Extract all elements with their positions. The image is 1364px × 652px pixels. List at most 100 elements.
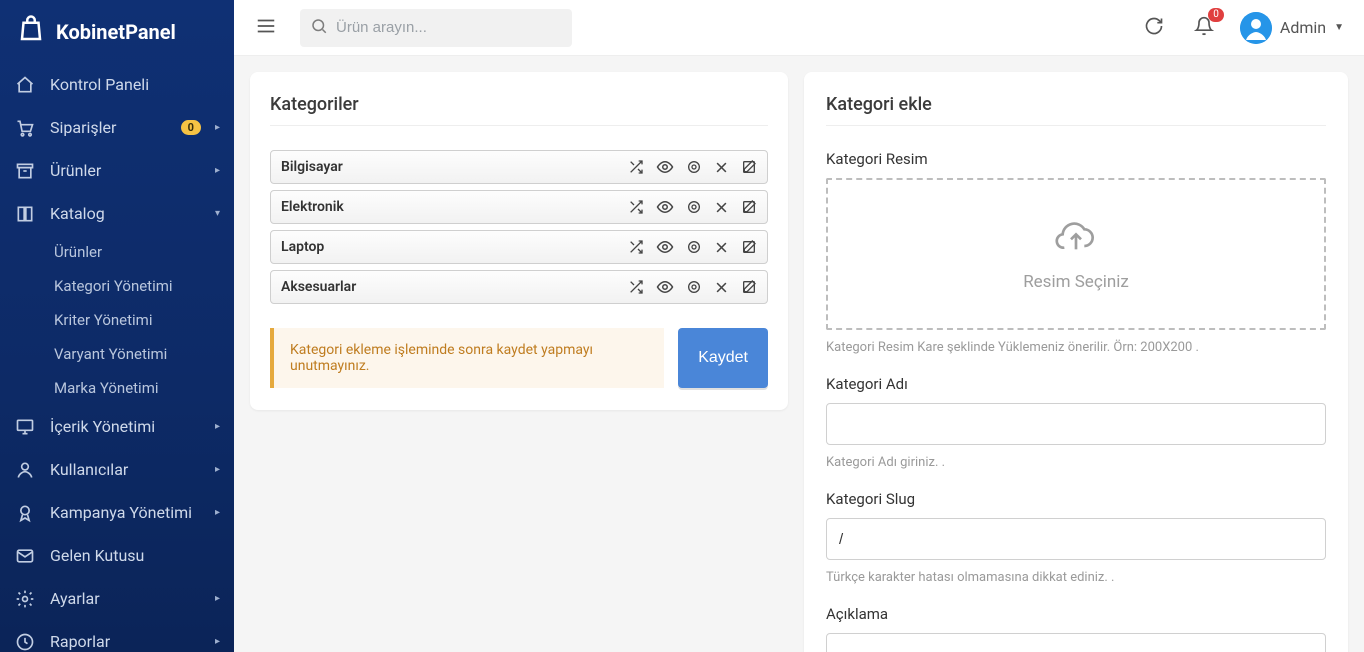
- image-dropzone[interactable]: Resim Seçiniz: [826, 178, 1326, 330]
- brand-bag-icon: [16, 14, 46, 49]
- archive-icon: [14, 161, 36, 181]
- category-slug-hint: Türkçe karakter hatası olmamasına dikkat…: [826, 570, 1326, 585]
- award-icon: [14, 503, 36, 523]
- visibility-icon[interactable]: [656, 158, 674, 176]
- edit-icon[interactable]: [741, 238, 757, 256]
- sidebar-subitem[interactable]: Kategori Yönetimi: [50, 269, 234, 303]
- categories-panel: Kategoriler Bilgisayar Elektronik Laptop: [250, 72, 788, 410]
- chevron-right-icon: ▸: [215, 593, 220, 604]
- delete-icon[interactable]: [714, 198, 729, 216]
- user-menu[interactable]: Admin ▼: [1236, 8, 1348, 48]
- sidebar: KobinetPanel Kontrol Paneli Siparişler 0…: [0, 0, 234, 652]
- visibility-icon[interactable]: [656, 278, 674, 296]
- category-row[interactable]: Bilgisayar: [270, 150, 768, 184]
- sidebar-subitem[interactable]: Kriter Yönetimi: [50, 303, 234, 337]
- sidebar-item-users[interactable]: Kullanıcılar ▸: [0, 448, 234, 491]
- chevron-right-icon: ▸: [215, 421, 220, 432]
- visibility-icon[interactable]: [656, 198, 674, 216]
- brand-name: KobinetPanel: [56, 20, 176, 44]
- target-icon[interactable]: [686, 278, 702, 296]
- save-warning-alert: Kategori ekleme işleminde sonra kaydet y…: [270, 328, 664, 388]
- sidebar-item-label: Kontrol Paneli: [50, 75, 220, 94]
- category-row[interactable]: Aksesuarlar: [270, 270, 768, 304]
- cloud-upload-icon: [1053, 216, 1099, 260]
- sidebar-item-products[interactable]: Ürünler ▸: [0, 149, 234, 192]
- category-actions: [628, 238, 757, 256]
- chevron-right-icon: ▸: [215, 464, 220, 475]
- delete-icon[interactable]: [714, 158, 729, 176]
- shuffle-icon[interactable]: [628, 198, 644, 216]
- content: Kategoriler Bilgisayar Elektronik Laptop: [234, 56, 1364, 652]
- caret-down-icon: ▼: [1334, 22, 1344, 33]
- edit-icon[interactable]: [741, 278, 757, 296]
- brand[interactable]: KobinetPanel: [0, 0, 234, 63]
- sidebar-item-label: Raporlar: [50, 632, 201, 651]
- refresh-button[interactable]: [1136, 10, 1172, 46]
- sidebar-subitem[interactable]: Ürünler: [50, 235, 234, 269]
- delete-icon[interactable]: [714, 278, 729, 296]
- sidebar-item-label: Katalog: [50, 204, 201, 223]
- gear-icon: [14, 589, 36, 609]
- book-icon: [14, 204, 36, 224]
- chevron-right-icon: ▸: [215, 507, 220, 518]
- shuffle-icon[interactable]: [628, 238, 644, 256]
- target-icon[interactable]: [686, 158, 702, 176]
- sidebar-item-dashboard[interactable]: Kontrol Paneli: [0, 63, 234, 106]
- sidebar-item-orders[interactable]: Siparişler 0 ▸: [0, 106, 234, 149]
- shuffle-icon[interactable]: [628, 158, 644, 176]
- category-actions: [628, 198, 757, 216]
- sidebar-item-settings[interactable]: Ayarlar ▸: [0, 577, 234, 620]
- category-slug-input[interactable]: [826, 518, 1326, 560]
- topbar: 0 Admin ▼: [234, 0, 1364, 56]
- sidebar-item-label: Kampanya Yönetimi: [50, 503, 201, 522]
- image-dropzone-text: Resim Seçiniz: [1023, 272, 1129, 292]
- edit-icon[interactable]: [741, 158, 757, 176]
- chevron-down-icon: ▾: [215, 208, 220, 219]
- category-name-input[interactable]: [826, 403, 1326, 445]
- sidebar-subitem[interactable]: Varyant Yönetimi: [50, 337, 234, 371]
- home-icon: [14, 75, 36, 95]
- add-category-title: Kategori ekle: [826, 94, 1326, 115]
- category-name: Laptop: [281, 239, 620, 255]
- sidebar-item-inbox[interactable]: Gelen Kutusu: [0, 534, 234, 577]
- category-image-label: Kategori Resim: [826, 150, 1326, 168]
- sidebar-subitem[interactable]: Marka Yönetimi: [50, 371, 234, 405]
- notifications-button[interactable]: 0: [1186, 10, 1222, 46]
- sidebar-item-campaigns[interactable]: Kampanya Yönetimi ▸: [0, 491, 234, 534]
- save-warning-text: Kategori ekleme işleminde sonra kaydet y…: [290, 342, 593, 374]
- notifications-badge: 0: [1208, 8, 1224, 22]
- edit-icon[interactable]: [741, 198, 757, 216]
- sidebar-item-label: Kullanıcılar: [50, 460, 201, 479]
- delete-icon[interactable]: [714, 238, 729, 256]
- menu-toggle-button[interactable]: [246, 8, 286, 48]
- sidebar-item-reports[interactable]: Raporlar ▸: [0, 620, 234, 652]
- save-button[interactable]: Kaydet: [678, 328, 768, 388]
- shuffle-icon[interactable]: [628, 278, 644, 296]
- category-actions: [628, 278, 757, 296]
- sidebar-item-catalog[interactable]: Katalog ▾: [0, 192, 234, 235]
- cart-icon: [14, 118, 36, 138]
- category-name-label: Kategori Adı: [826, 375, 1326, 393]
- user-label: Admin: [1280, 18, 1326, 37]
- target-icon[interactable]: [686, 238, 702, 256]
- sidebar-item-label: Ayarlar: [50, 589, 201, 608]
- sidebar-item-label: Siparişler: [50, 118, 167, 137]
- user-icon: [14, 460, 36, 480]
- sidebar-submenu-catalog: ÜrünlerKategori YönetimiKriter YönetimiV…: [0, 235, 234, 405]
- category-desc-input[interactable]: [826, 633, 1326, 652]
- category-actions: [628, 158, 757, 176]
- category-row[interactable]: Elektronik: [270, 190, 768, 224]
- sidebar-item-content[interactable]: İçerik Yönetimi ▸: [0, 405, 234, 448]
- category-name-hint: Kategori Adı giriniz. .: [826, 455, 1326, 470]
- menu-icon: [255, 15, 277, 41]
- visibility-icon[interactable]: [656, 238, 674, 256]
- search-box[interactable]: [300, 9, 572, 47]
- category-name: Aksesuarlar: [281, 279, 620, 295]
- target-icon[interactable]: [686, 198, 702, 216]
- clock-icon: [14, 632, 36, 652]
- sidebar-item-label: Gelen Kutusu: [50, 546, 220, 565]
- category-name: Elektronik: [281, 199, 620, 215]
- category-name: Bilgisayar: [281, 159, 620, 175]
- category-row[interactable]: Laptop: [270, 230, 768, 264]
- search-input[interactable]: [336, 19, 562, 36]
